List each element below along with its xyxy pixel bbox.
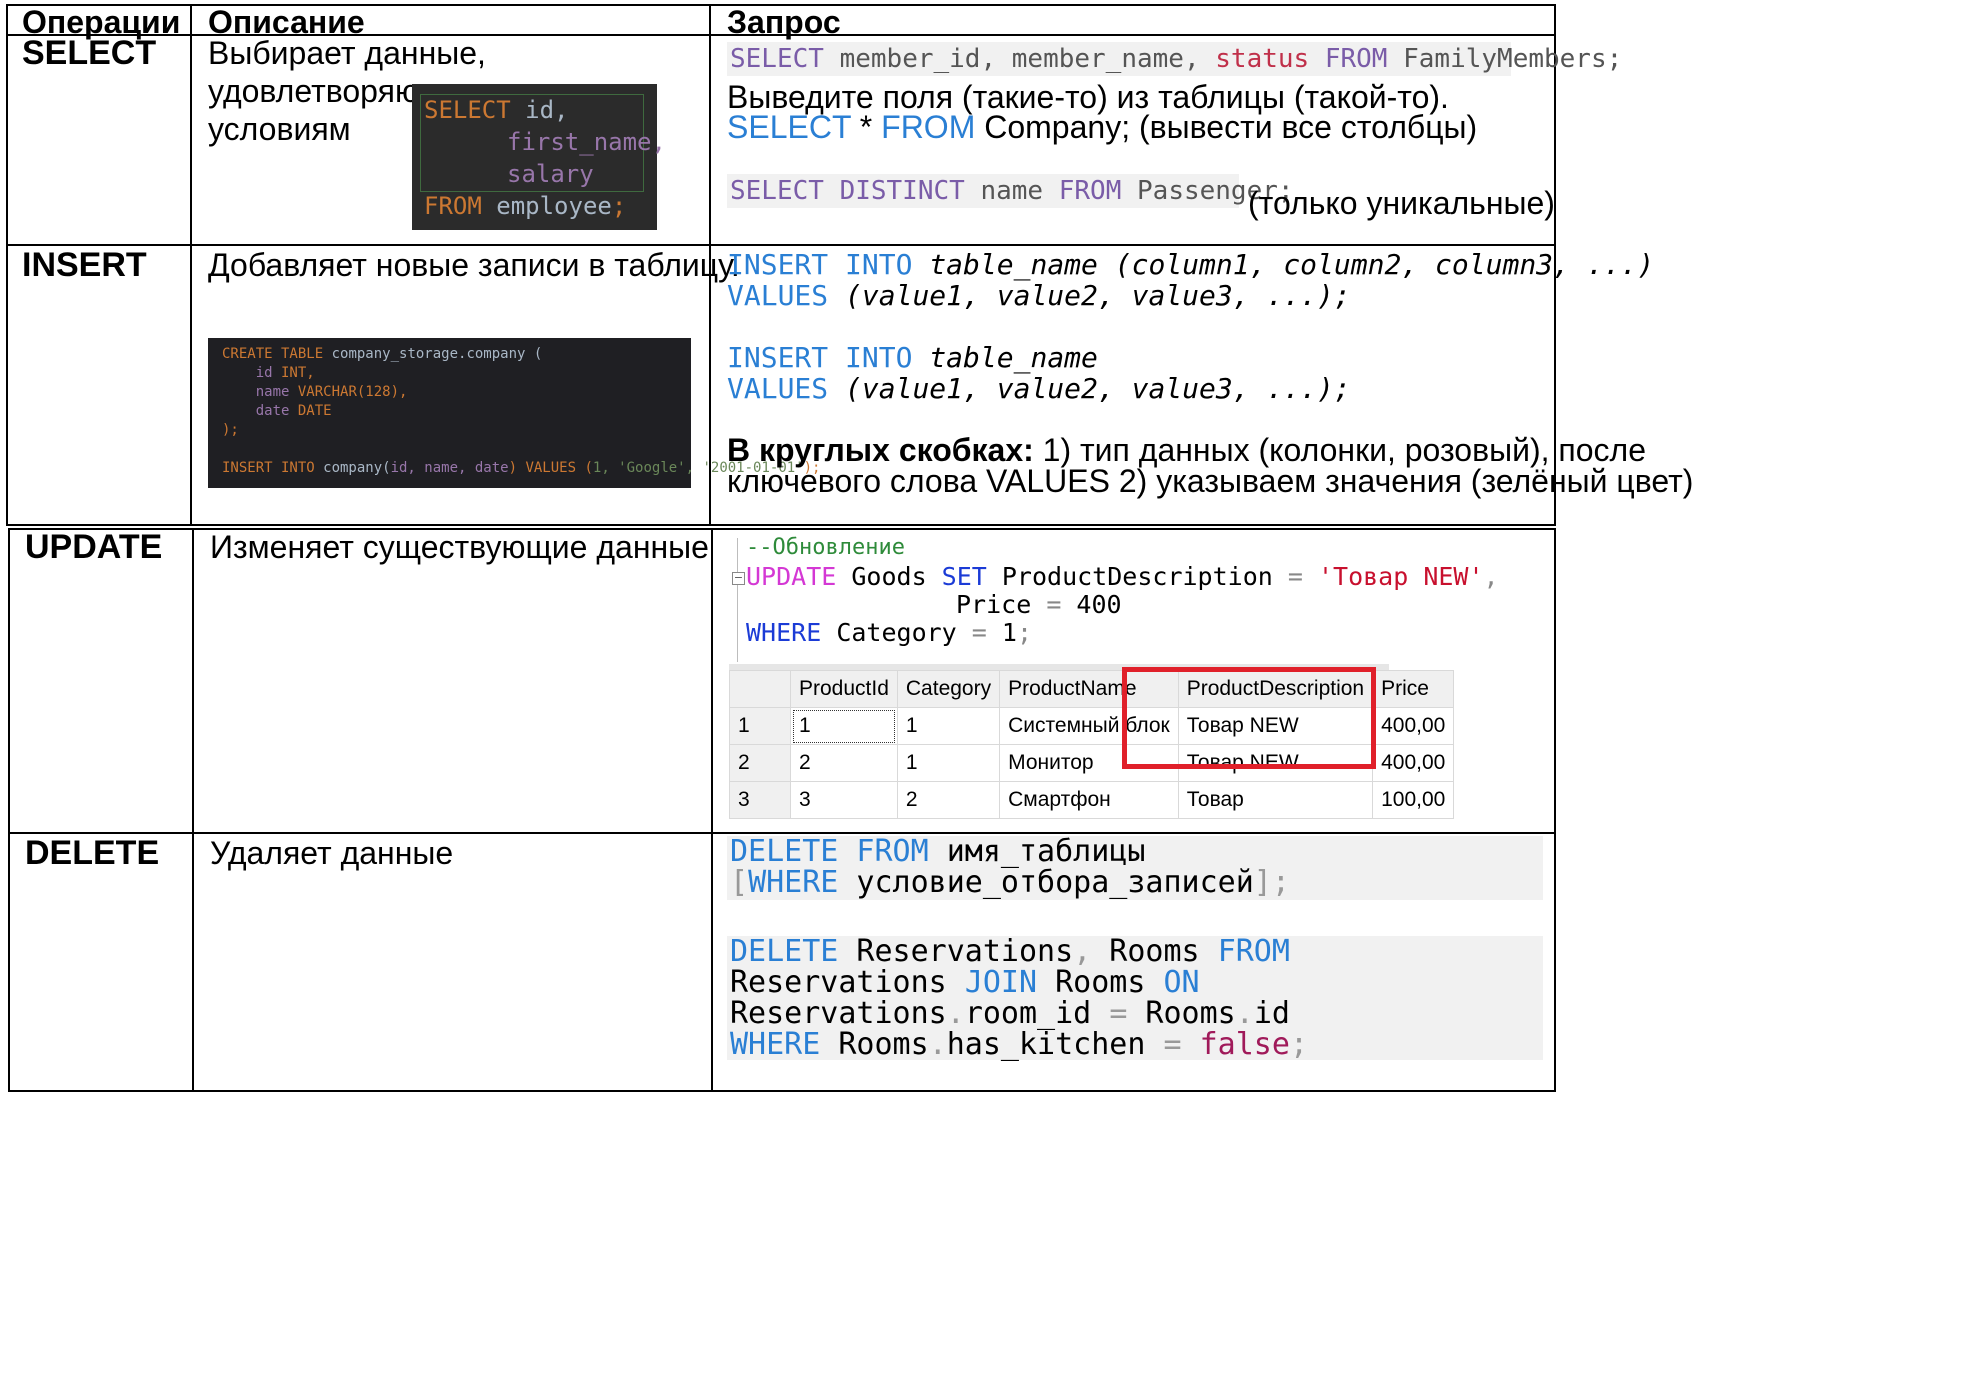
update-description: Изменяет существующие данные (210, 529, 709, 565)
select-operation: SELECT (22, 34, 157, 72)
highlight-box (1122, 667, 1376, 769)
editor-gutter-line (737, 538, 738, 662)
update-code-line-3: WHERE Category = 1; (746, 618, 1033, 647)
delete-code-1-line-2: [WHERE условие_отбора_записей]; (730, 865, 1290, 900)
update-operation: UPDATE (25, 528, 163, 566)
grid-header-corner (729, 670, 791, 708)
col1-divider-top (190, 4, 192, 526)
select-image-line-4: FROM employee; (424, 192, 627, 220)
grid-cell: 1 (896, 744, 1001, 782)
insert-image-line-5: ); (222, 422, 239, 438)
grid-header-price: Price (1372, 670, 1455, 708)
grid-cell: 400,00 (1372, 744, 1455, 782)
update-code-line-1: UPDATE Goods SET ProductDescription = 'Т… (746, 562, 1499, 591)
table-bottom-border (8, 1090, 1556, 1092)
col2-divider-bottom (711, 528, 713, 1092)
grid-cell: 2 (790, 744, 898, 782)
col1-divider-bottom (192, 528, 194, 1092)
grid-header-category: Category (896, 670, 1001, 708)
insert-code-image: CREATE TABLE company_storage.company ( i… (208, 338, 820, 488)
grid-cell: 1 (896, 707, 1001, 745)
header-query: Запрос (727, 4, 841, 40)
select-distinct-code: SELECT DISTINCT name FROM Passenger; (730, 176, 1294, 206)
delete-operation: DELETE (25, 834, 160, 872)
delete-code-2-line-4: WHERE Rooms.has_kitchen = false; (730, 1027, 1308, 1062)
grid-cell: Товар (1177, 781, 1374, 819)
select-distinct-note: (только уникальные) (1248, 185, 1555, 221)
grid-cell: 3 (790, 781, 898, 819)
select-code-image: SELECT id, first_name, salary FROM emplo… (412, 84, 666, 230)
select-all-example: SELECT * FROM Company; (вывести все стол… (727, 109, 1478, 145)
insert-operation: INSERT (22, 246, 147, 284)
row-number: 1 (729, 707, 791, 745)
grid-cell: 400,00 (1372, 707, 1455, 745)
grid-cell: 1 (790, 707, 898, 745)
grid-cell: Смартфон (999, 781, 1179, 819)
row-number: 3 (729, 781, 791, 819)
insert-note-line-2: ключевого слова VALUES 2) указываем знач… (727, 463, 1694, 499)
table-right-border-bottom (1554, 528, 1556, 1092)
insert-description: Добавляет новые записи в таблицу. (208, 247, 740, 283)
collapse-icon: − (732, 571, 745, 585)
table-left-border (6, 4, 8, 526)
table-left-border-bottom (8, 528, 10, 1092)
grid-cell: 100,00 (1372, 781, 1455, 819)
select-code-1: SELECT member_id, member_name, status FR… (730, 44, 1623, 74)
grid-cell: 2 (896, 781, 1001, 819)
insert-code-line-4: VALUES (value1, value2, value3, ...); (727, 372, 1351, 405)
delete-description: Удаляет данные (210, 835, 454, 871)
insert-code-line-2: VALUES (value1, value2, value3, ...); (727, 279, 1351, 312)
insert-row-bottom-border (6, 524, 1556, 526)
grid-header-productid: ProductId (790, 670, 898, 708)
row-number: 2 (729, 744, 791, 782)
table-row: 3 3 2 Смартфон Товар 100,00 (729, 781, 1455, 819)
